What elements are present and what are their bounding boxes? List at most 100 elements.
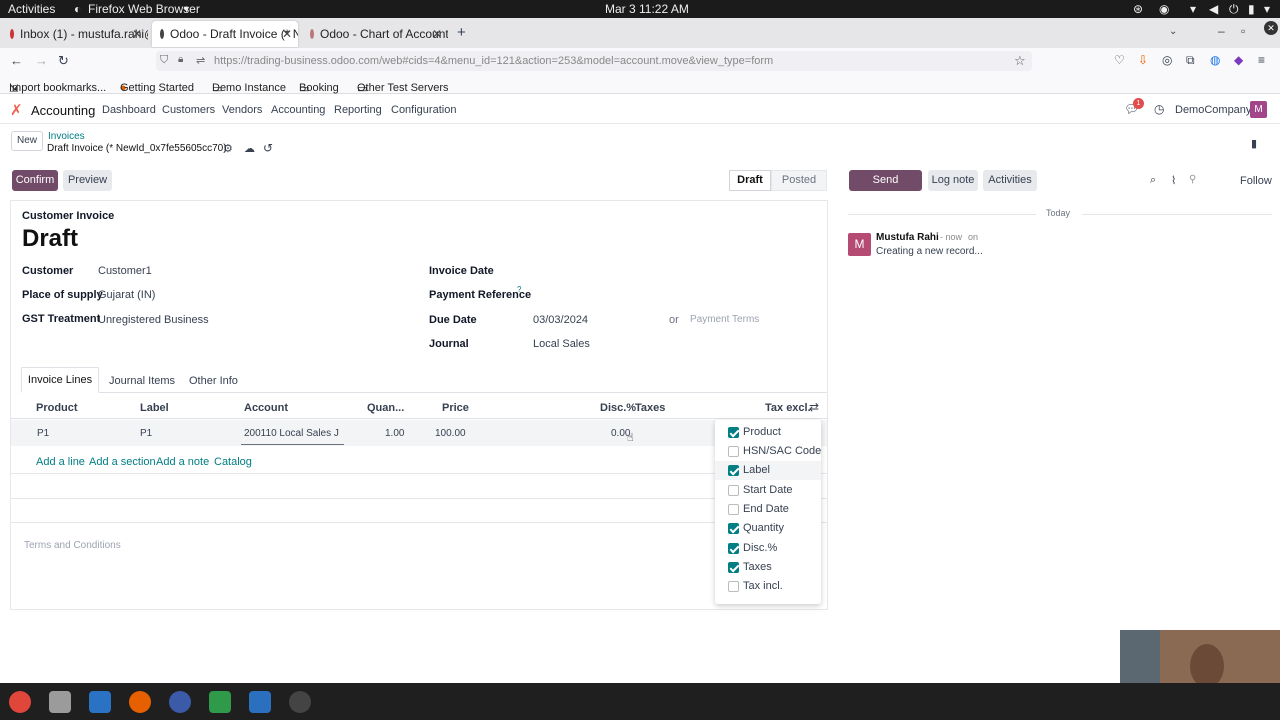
status-draft[interactable]: Draft <box>729 170 771 191</box>
company-switcher[interactable]: DemoCompany <box>1175 104 1251 116</box>
reload-icon[interactable]: ↻ <box>58 53 69 69</box>
col-quantity[interactable]: Quan... <box>367 402 404 414</box>
activity-clock-icon[interactable]: ◷ <box>1154 102 1164 116</box>
menu-customers[interactable]: Customers <box>162 104 215 116</box>
bookmark-icon[interactable]: ▮ <box>1251 137 1257 150</box>
author-avatar[interactable]: M <box>848 233 871 256</box>
status-posted[interactable]: Posted <box>771 170 827 191</box>
tab-inbox[interactable]: Inbox (1) - mustufa.rahi@ ✕ <box>2 21 148 47</box>
line-product[interactable]: P1 <box>37 428 49 439</box>
catalog-button[interactable]: Catalog <box>214 456 252 468</box>
col-price[interactable]: Price <box>442 402 469 414</box>
log-note-button[interactable]: Log note <box>928 170 978 191</box>
terms-and-conditions-input[interactable]: Terms and Conditions <box>24 540 121 551</box>
restore-icon[interactable]: ▫ <box>1241 24 1245 38</box>
gear-icon[interactable]: ⚙ <box>223 142 233 155</box>
menu-dashboard[interactable]: Dashboard <box>102 104 156 116</box>
tray-icon[interactable]: ⊛ <box>1133 2 1143 16</box>
line-account[interactable]: 200110 Local Sales J <box>244 428 339 439</box>
col-label[interactable]: Label <box>140 402 169 414</box>
checkbox[interactable] <box>728 523 739 534</box>
checkbox[interactable] <box>728 581 739 592</box>
activities-button[interactable]: Activities <box>8 2 55 16</box>
pocket-icon[interactable]: ♡ <box>1114 53 1125 67</box>
discard-icon[interactable]: ↺ <box>263 141 273 155</box>
col-taxes[interactable]: Taxes <box>635 402 665 414</box>
bookmark-star-icon[interactable]: ☆ <box>1014 53 1026 69</box>
minimize-icon[interactable]: – <box>1218 24 1225 38</box>
confirm-button[interactable]: Confirm <box>12 170 58 191</box>
close-icon[interactable]: ✕ <box>432 27 442 41</box>
lock-icon[interactable]: 🔒︎ <box>178 54 183 65</box>
menu-vendors[interactable]: Vendors <box>222 104 262 116</box>
account-icon[interactable]: ◎ <box>1162 53 1172 67</box>
column-option-label[interactable]: Label <box>715 461 821 480</box>
optional-columns-toggle-icon[interactable]: ⇄ <box>809 400 819 414</box>
power-icon[interactable]: ⏻ <box>1229 2 1239 17</box>
checkbox[interactable] <box>728 427 739 438</box>
due-date-field[interactable]: 03/03/2024 <box>533 314 588 326</box>
checkbox[interactable] <box>728 543 739 554</box>
close-icon[interactable]: ✕ <box>282 27 292 41</box>
col-account[interactable]: Account <box>244 402 288 414</box>
back-icon[interactable]: ← <box>10 53 23 68</box>
extension-purple-icon[interactable]: ◆ <box>1234 53 1243 67</box>
menu-icon[interactable]: ≡ <box>1258 53 1265 67</box>
add-line-button[interactable]: Add a line <box>36 456 85 468</box>
system-menu-icon[interactable]: ▾ <box>1264 2 1270 16</box>
paperclip-icon[interactable]: ⌇ <box>1171 174 1176 187</box>
tab-draft-invoice[interactable]: Odoo - Draft Invoice (* N ✕ <box>152 21 298 47</box>
close-icon[interactable]: ✕ <box>132 27 142 41</box>
help-tooltip-icon[interactable]: ? <box>517 285 521 294</box>
save-cloud-icon[interactable]: ☁ <box>244 142 255 155</box>
shield-icon[interactable]: ⛉ <box>160 54 168 67</box>
column-option-start-date[interactable]: Start Date <box>715 481 821 500</box>
customer-field[interactable]: Customer1 <box>98 265 152 277</box>
search-icon[interactable]: ⌕ <box>1150 174 1156 187</box>
menu-reporting[interactable]: Reporting <box>334 104 382 116</box>
col-tax-excl[interactable]: Tax excl. <box>765 402 811 414</box>
invoice-date-field[interactable] <box>532 260 682 278</box>
user-avatar[interactable]: M <box>1250 101 1267 118</box>
app-name[interactable]: Accounting <box>31 103 95 118</box>
column-option-taxes[interactable]: Taxes <box>715 558 821 577</box>
accounting-app-icon[interactable]: ✗ <box>10 101 23 119</box>
add-section-button[interactable]: Add a section <box>89 456 156 468</box>
line-label[interactable]: P1 <box>140 428 152 439</box>
new-button[interactable]: New <box>11 131 43 151</box>
files-icon[interactable] <box>49 691 71 713</box>
journal-field[interactable]: Local Sales <box>533 338 590 350</box>
chrome-icon[interactable] <box>9 691 31 713</box>
close-window-icon[interactable]: ✕ <box>1264 21 1278 35</box>
volume-icon[interactable]: ◀ <box>1209 2 1218 16</box>
activities-button[interactable]: Activities <box>983 170 1037 191</box>
url-bar[interactable]: ⛉ 🔒︎ ⇌ https://trading-business.odoo.com… <box>156 51 1032 71</box>
column-option-product[interactable]: Product <box>715 423 821 442</box>
payment-terms-input[interactable]: Payment Terms <box>690 314 759 325</box>
column-option-disc[interactable]: Disc.% <box>715 539 821 558</box>
obs-icon[interactable] <box>289 691 311 713</box>
send-message-button[interactable]: Send message <box>849 170 922 207</box>
author-name[interactable]: Mustufa Rahi <box>876 232 939 243</box>
battery-icon[interactable]: ▮ <box>1248 2 1255 16</box>
preview-button[interactable]: Preview <box>63 170 112 191</box>
place-of-supply-field[interactable]: Gujarat (IN) <box>98 289 155 301</box>
checkbox[interactable] <box>728 446 739 457</box>
col-disc[interactable]: Disc.% <box>600 402 636 414</box>
extensions-icon[interactable]: ⧉ <box>1186 53 1195 68</box>
checkbox[interactable] <box>728 562 739 573</box>
checkbox[interactable] <box>728 504 739 515</box>
firefox-icon[interactable] <box>129 691 151 713</box>
column-option-tax-incl[interactable]: Tax incl. <box>715 577 821 596</box>
tab-invoice-lines[interactable]: Invoice Lines <box>21 367 99 393</box>
extension-icon[interactable]: ◍ <box>1210 53 1220 67</box>
new-tab-icon[interactable]: + <box>457 24 466 41</box>
breadcrumb-invoices[interactable]: Invoices <box>48 131 85 142</box>
column-option-quantity[interactable]: Quantity <box>715 519 821 538</box>
clock[interactable]: Mar 3 11:22 AM <box>605 2 689 16</box>
table-row[interactable] <box>11 420 827 446</box>
writer-icon[interactable] <box>89 691 111 713</box>
tab-other-info[interactable]: Other Info <box>189 375 238 387</box>
column-option-hsn-sac[interactable]: HSN/SAC Code <box>715 442 821 461</box>
tab-journal-items[interactable]: Journal Items <box>109 375 175 387</box>
